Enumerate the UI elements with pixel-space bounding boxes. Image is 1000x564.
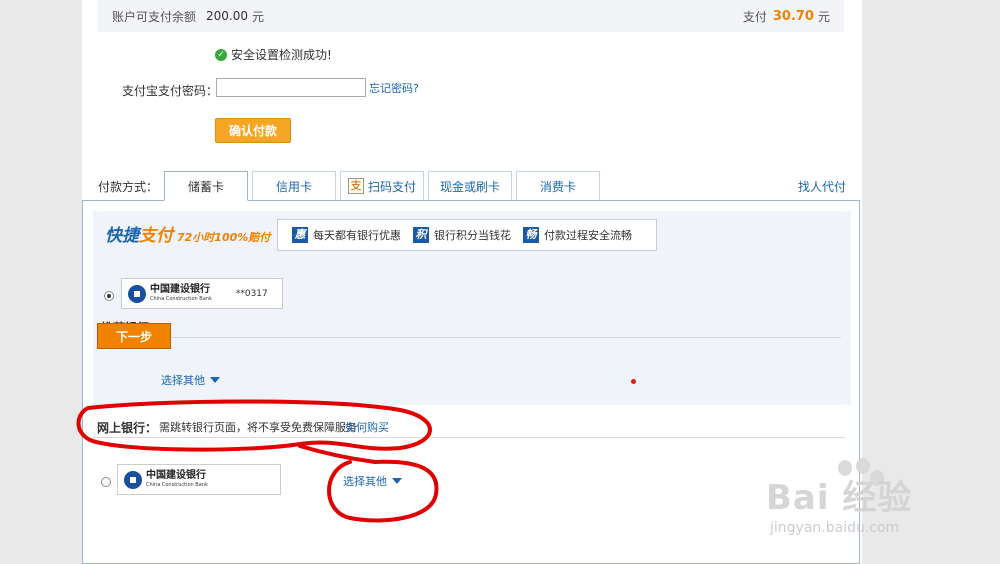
check-icon: ✓ — [215, 48, 227, 61]
promo-box: 惠 每天都有银行优惠 积 银行积分当钱花 畅 付款过程安全流畅 — [277, 219, 657, 251]
choose-other-label: 选择其他 — [161, 374, 205, 387]
security-check-text: 安全设置检测成功! — [231, 48, 332, 62]
payment-content: 快捷支付 72小时100%赔付 惠 每天都有银行优惠 积 银行积分当钱花 畅 付款… — [82, 200, 860, 564]
confirm-payment-button[interactable]: 确认付款 — [215, 118, 291, 143]
pay-amount: 30.70 — [772, 8, 814, 24]
tab-label: 储蓄卡 — [187, 179, 224, 194]
promo-item: 积 银行积分当钱花 — [413, 227, 511, 243]
choose-other-quick[interactable]: 选择其他 — [161, 372, 220, 388]
ccb-logo-icon — [128, 284, 146, 303]
forgot-password-link[interactable]: 忘记密码? — [369, 80, 419, 96]
password-label: 支付宝支付密码： — [122, 84, 219, 98]
payment-page: 账户可支付余额 200.00 元 支付 30.70 元 ✓ 安全设置检测成功! … — [82, 0, 862, 564]
find-agent-pay-link[interactable]: 找人代付 — [798, 178, 846, 195]
promo-item: 惠 每天都有银行优惠 — [292, 227, 401, 243]
bank-name-cn: 中国建设银行 — [146, 470, 206, 481]
quick-pay-panel: 快捷支付 72小时100%赔付 惠 每天都有银行优惠 积 银行积分当钱花 畅 付款… — [93, 211, 851, 405]
smooth-icon: 畅 — [523, 227, 539, 243]
card-number: **0317 — [235, 288, 268, 299]
chevron-down-icon — [392, 478, 402, 484]
balance-label: 账户可支付余额 — [112, 9, 197, 24]
promo-text: 付款过程安全流畅 — [544, 229, 632, 242]
balance-unit: 元 — [252, 9, 265, 24]
red-dot-mark — [631, 379, 636, 384]
alipay-icon: 支 — [347, 178, 364, 194]
payment-tabs: 储蓄卡 信用卡 支 扫码支付 现金或刷卡 消费卡 — [164, 171, 604, 201]
tab-label: 现金或刷卡 — [439, 179, 500, 194]
next-step-button[interactable]: 下一步 — [97, 323, 171, 349]
security-check: ✓ 安全设置检测成功! — [215, 46, 332, 63]
password-input[interactable] — [216, 78, 366, 97]
choose-other-online[interactable]: 选择其他 — [343, 473, 402, 489]
tab-label: 信用卡 — [275, 179, 312, 194]
logo-tag: 72小时100%赔付 — [177, 231, 271, 244]
tab-label: 消费卡 — [539, 179, 576, 194]
online-bank-note: 需跳转银行页面，将不享受免费保障服务 — [159, 421, 357, 434]
tab-consumer-card[interactable]: 消费卡 — [516, 171, 600, 200]
choose-other-label: 选择其他 — [343, 475, 387, 488]
logo-part-a: 快捷 — [105, 226, 139, 246]
tab-cash-or-card[interactable]: 现金或刷卡 — [428, 171, 512, 200]
payment-method-label: 付款方式： — [98, 180, 159, 194]
promo-text: 每天都有银行优惠 — [313, 229, 401, 242]
online-bank-radio[interactable] — [101, 477, 111, 487]
chevron-down-icon — [210, 377, 220, 383]
promo-text: 银行积分当钱花 — [434, 229, 511, 242]
ccb-logo-icon — [124, 470, 142, 489]
bank-name-en: China Construction Bank — [150, 296, 212, 302]
pay-unit: 元 — [817, 9, 830, 24]
bank-name-en: China Construction Bank — [146, 482, 208, 488]
tab-credit-card[interactable]: 信用卡 — [252, 171, 336, 200]
online-bank-card[interactable]: 中国建设银行 China Construction Bank — [117, 464, 281, 495]
divider — [93, 437, 845, 438]
bank-name: 中国建设银行 China Construction Bank — [146, 471, 208, 488]
saved-card-radio[interactable] — [104, 291, 114, 301]
saved-bank-card[interactable]: 中国建设银行 China Construction Bank **0317 — [121, 278, 283, 309]
logo-part-b: 支付 — [139, 226, 173, 246]
online-bank-label: 网上银行： — [97, 421, 158, 435]
promo-item: 畅 付款过程安全流畅 — [523, 227, 632, 243]
pay-summary: 支付 30.70 元 — [743, 8, 830, 25]
pay-label: 支付 — [742, 9, 767, 24]
quick-pay-logo: 快捷支付 72小时100%赔付 — [105, 221, 270, 246]
discount-icon: 惠 — [292, 227, 308, 243]
watermark-url: jingyan.baidu.com — [770, 520, 900, 536]
balance-bar: 账户可支付余额 200.00 元 支付 30.70 元 — [98, 0, 844, 32]
points-icon: 积 — [413, 227, 429, 243]
tab-debit-card[interactable]: 储蓄卡 — [164, 171, 248, 201]
bank-name-cn: 中国建设银行 — [150, 284, 210, 295]
bank-name: 中国建设银行 China Construction Bank — [150, 285, 212, 302]
watermark-brand: Bai 经验 — [766, 478, 913, 518]
tab-scan-pay[interactable]: 支 扫码支付 — [340, 171, 424, 200]
how-to-buy-link[interactable]: 如何购买 — [345, 419, 389, 435]
balance-amount: 200.00 — [206, 9, 249, 23]
divider — [101, 337, 841, 338]
tab-label: 扫码支付 — [367, 179, 416, 194]
